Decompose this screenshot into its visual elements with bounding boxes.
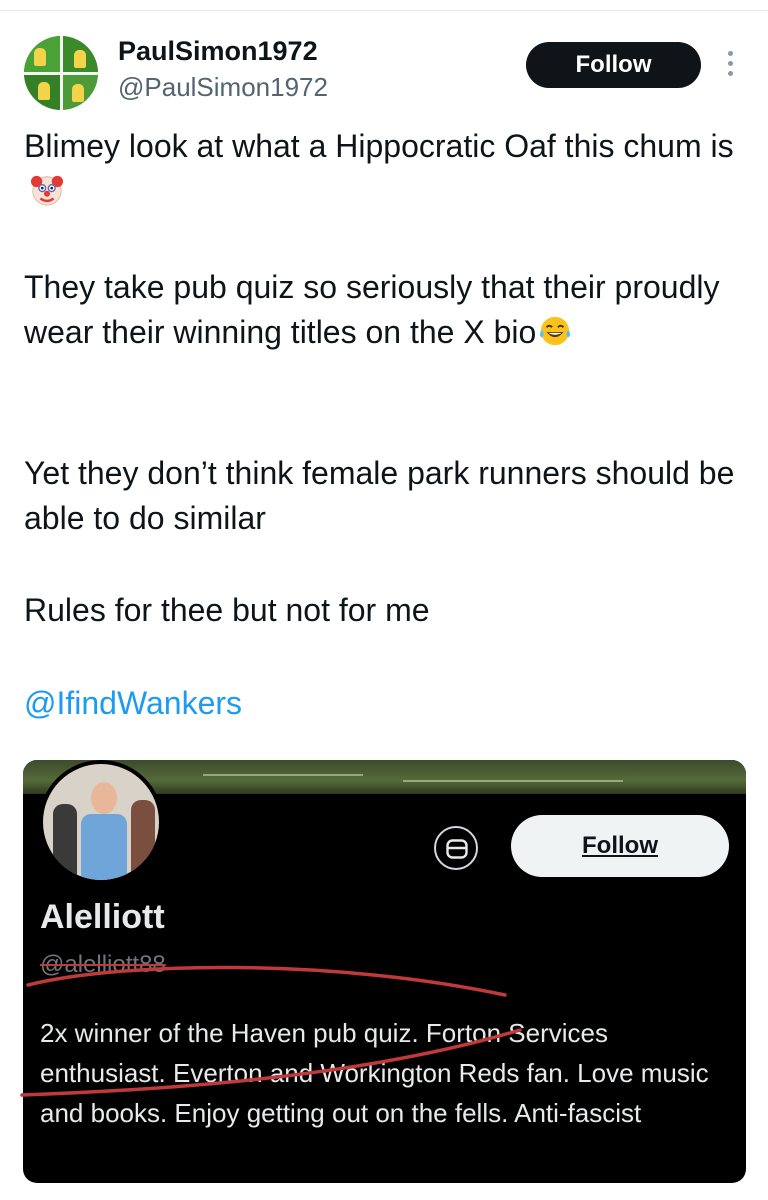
author-avatar[interactable] (24, 36, 98, 110)
author-name[interactable]: PaulSimon1972 (118, 36, 318, 67)
more-vertical-icon[interactable] (726, 51, 734, 79)
top-divider (0, 10, 768, 11)
profile-name: Alelliott (40, 898, 165, 936)
post-paragraph-2-text: They take pub quiz so seriously that the… (24, 269, 720, 350)
clown-face-emoji (30, 175, 64, 206)
mention-link[interactable]: @IfindWankers (24, 681, 242, 726)
follow-button[interactable]: Follow (526, 42, 701, 88)
author-handle[interactable]: @PaulSimon1972 (118, 72, 328, 103)
post-paragraph-4: Rules for thee but not for me (24, 592, 430, 628)
profile-bio: 2x winner of the Haven pub quiz. Forton … (40, 1018, 709, 1128)
tears-of-joy-emoji (540, 316, 571, 346)
post-paragraph-1-text: Blimey look at what a Hippocratic Oaf th… (24, 128, 734, 164)
profile-handle: @alelliott88 (40, 951, 166, 978)
post-paragraph-2: They take pub quiz so seriously that the… (24, 265, 744, 355)
profile-follow-button: Follow (511, 815, 729, 877)
post-paragraph-1: Blimey look at what a Hippocratic Oaf th… (24, 124, 744, 214)
profile-avatar (39, 760, 163, 884)
post-paragraph-3: Yet they don’t think female park runners… (24, 455, 735, 536)
message-icon (434, 826, 478, 870)
